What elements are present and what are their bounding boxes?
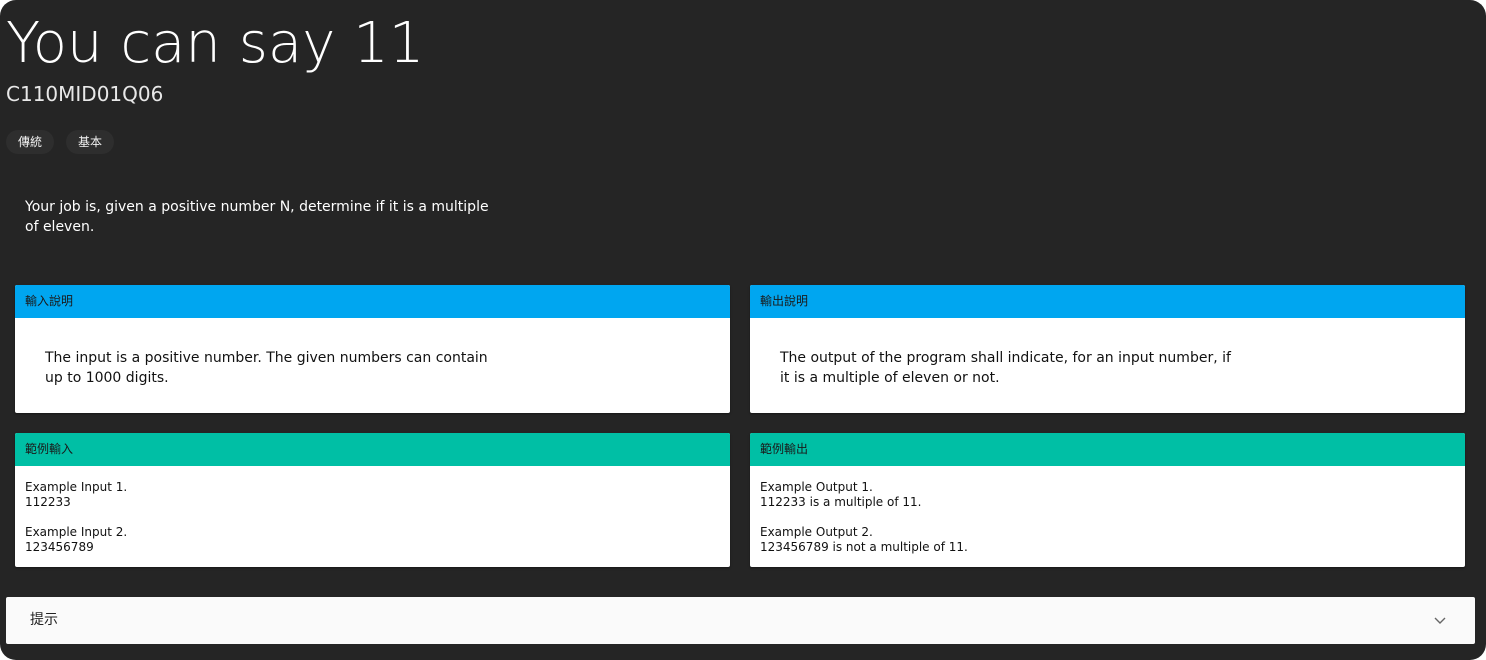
page-title: You can say 11 [6, 11, 425, 76]
problem-code: C110MID01Q06 [6, 82, 164, 106]
hint-accordion[interactable]: 提示 [6, 597, 1475, 644]
sample-input-body[interactable]: Example Input 1. 112233 Example Input 2.… [15, 466, 730, 555]
sample-input-card: 範例輸入 Example Input 1. 112233 Example Inp… [15, 433, 730, 567]
sample-input-header: 範例輸入 [15, 433, 730, 466]
sample-output-header: 範例輸出 [750, 433, 1465, 466]
output-spec-header: 輸出說明 [750, 285, 1465, 318]
tag-traditional[interactable]: 傳統 [6, 130, 55, 154]
input-spec-body: The input is a positive number. The give… [45, 350, 488, 386]
problem-page: You can say 11 C110MID01Q06 傳統 基本 Your j… [0, 0, 1486, 660]
input-spec-header: 輸入說明 [15, 285, 730, 318]
sample-output-body[interactable]: Example Output 1. 112233 is a multiple o… [750, 466, 1465, 555]
problem-description: Your job is, given a positive number N, … [25, 199, 489, 235]
tag-list: 傳統 基本 [6, 130, 115, 154]
chevron-down-icon[interactable] [1433, 613, 1447, 627]
input-spec-card: 輸入說明 The input is a positive number. The… [15, 285, 730, 413]
output-spec-body: The output of the program shall indicate… [780, 350, 1231, 386]
output-spec-card: 輸出說明 The output of the program shall ind… [750, 285, 1465, 413]
hint-label: 提示 [30, 612, 58, 628]
tag-basic[interactable]: 基本 [66, 130, 115, 154]
sample-output-card: 範例輸出 Example Output 1. 112233 is a multi… [750, 433, 1465, 567]
